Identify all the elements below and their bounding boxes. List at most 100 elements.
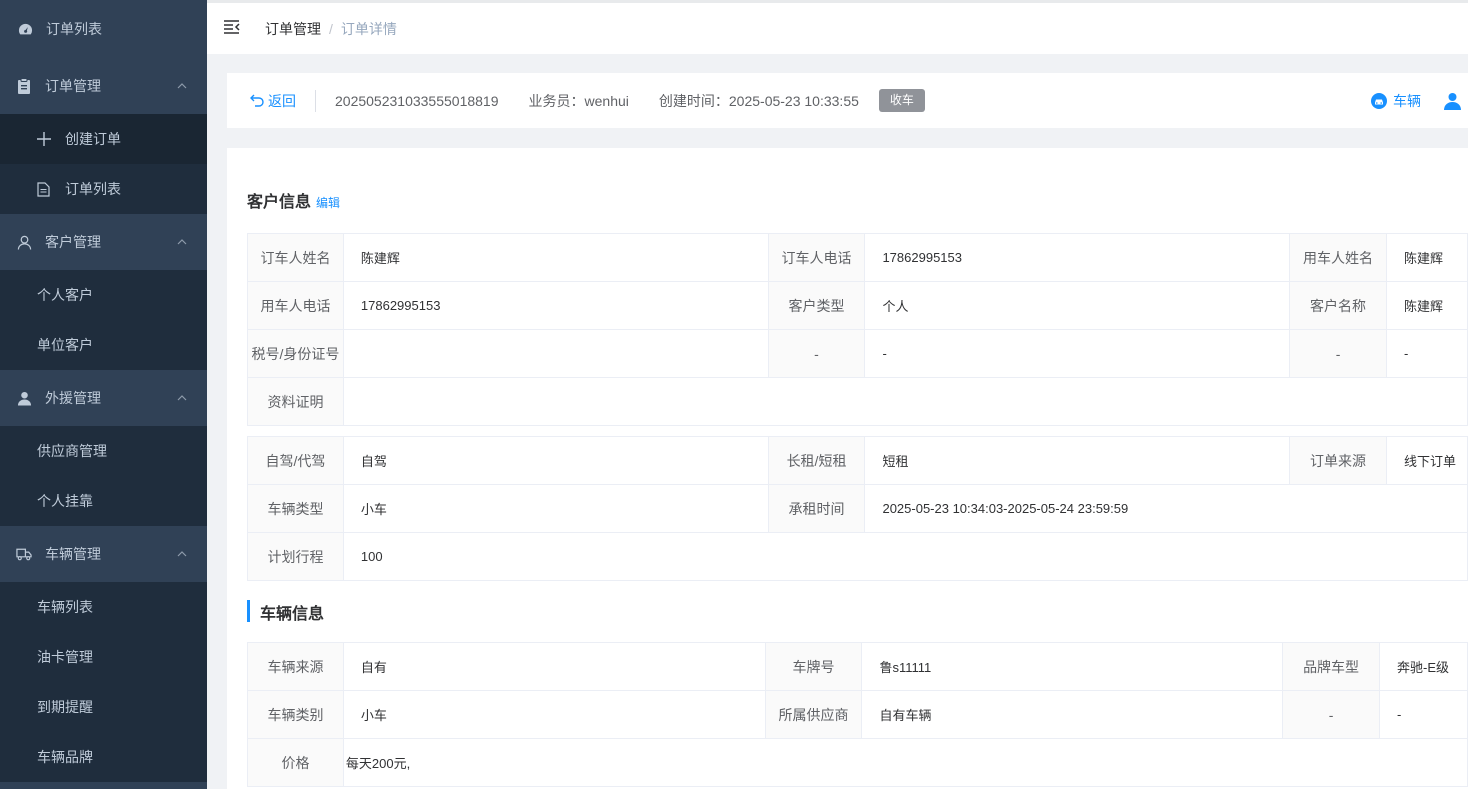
value-cell: 自有 (342, 642, 766, 691)
value-cell: - (1379, 690, 1468, 739)
chevron-up-icon (177, 239, 187, 245)
sidebar-item-create-order[interactable]: 创建订单 (0, 114, 207, 164)
sidebar-group-customer-management[interactable]: 客户管理 (0, 214, 207, 270)
table-row: 车辆类别 小车 所属供应商 自有车辆 - - (247, 690, 1468, 739)
label-cell: 车辆类别 (247, 690, 344, 739)
sidebar-item-company-customer[interactable]: 单位客户 (0, 320, 207, 370)
created-time: 创建时间：2025-05-23 10:33:55 (658, 92, 859, 109)
order-header-bar: 返回 202505231033555018819 业务员：wenhui 创建时间… (227, 73, 1468, 128)
sidebar-item-personal-customer[interactable]: 个人客户 (0, 270, 207, 320)
user-outline-icon (16, 234, 32, 250)
sidebar-item-label: 创建订单 (65, 131, 121, 147)
menu-fold-icon[interactable] (223, 19, 241, 38)
table-row: 车辆来源 自有 车牌号 鲁s11111 品牌车型 奔驰-E级 (247, 642, 1468, 691)
vehicle-link[interactable]: 车辆 (1371, 91, 1421, 111)
label-cell: - (767, 329, 866, 378)
salesman: 业务员：wenhui (528, 92, 629, 109)
value-cell: 线下订单 (1386, 436, 1468, 485)
order-detail-card: 客户信息 编辑 订车人姓名 陈建辉 订车人电话 17862995153 用车人姓名… (227, 148, 1468, 789)
sidebar-item-label: 订单列表 (46, 21, 102, 37)
sidebar-item-supplier-management[interactable]: 供应商管理 (0, 426, 207, 476)
table-row: 计划行程 100 (247, 532, 1468, 581)
table-row: 自驾/代驾 自驾 长租/短租 短租 订单来源 线下订单 (247, 436, 1468, 485)
status-badge: 收车 (878, 89, 925, 112)
sidebar-group-label: 车辆管理 (45, 546, 101, 562)
back-label: 返回 (268, 92, 296, 109)
value-cell: 陈建辉 (1386, 233, 1468, 282)
divider (315, 89, 316, 112)
value-cell: 自驾 (342, 436, 769, 485)
sidebar-item-expiry-reminder[interactable]: 到期提醒 (0, 682, 207, 732)
sidebar-item-label: 单位客户 (37, 337, 93, 353)
sidebar-item-order-list[interactable]: 订单列表 (0, 164, 207, 214)
value-cell (342, 329, 769, 378)
vehicle-link-label: 车辆 (1393, 92, 1421, 109)
vehicle-info-table: 车辆来源 自有 车牌号 鲁s11111 品牌车型 奔驰-E级 车辆类别 小车 所… (247, 642, 1468, 787)
header-actions: 车辆 (1349, 73, 1468, 128)
label-cell: 客户类型 (767, 281, 866, 330)
label-cell: 车辆类型 (247, 484, 344, 533)
plus-icon (37, 132, 51, 146)
sidebar-item-personal-affiliation[interactable]: 个人挂靠 (0, 476, 207, 526)
edit-customer-link[interactable]: 编辑 (316, 196, 340, 210)
section-accent-bar (247, 600, 250, 622)
back-button[interactable]: 返回 (250, 91, 296, 111)
breadcrumb-parent[interactable]: 订单管理 (265, 19, 321, 39)
value-cell: 短租 (864, 436, 1291, 485)
return-icon (250, 94, 264, 107)
table-row: 车辆类型 小车 承租时间 2025-05-23 10:34:03-2025-05… (247, 484, 1468, 533)
person-link[interactable] (1443, 92, 1468, 110)
label-cell: 资料证明 (247, 377, 344, 426)
sidebar-item-label: 个人客户 (37, 287, 93, 303)
sidebar-item-order-list-top[interactable]: 订单列表 (0, 0, 207, 58)
value-cell: 鲁s11111 (861, 642, 1284, 691)
breadcrumb-current: 订单详情 (340, 20, 397, 37)
sidebar-item-label: 订单列表 (65, 181, 121, 197)
label-cell: 用车人姓名 (1289, 233, 1387, 282)
value-cell: 奔驰-E级 (1379, 642, 1468, 691)
table-row: 价格 每天200元, (247, 738, 1468, 787)
label-cell: 价格 (247, 738, 344, 787)
sidebar-item-fuel-card[interactable]: 油卡管理 (0, 632, 207, 682)
sidebar-item-label: 到期提醒 (37, 699, 93, 715)
sidebar-group-external-management[interactable]: 外援管理 (0, 370, 207, 426)
car-icon (1371, 92, 1387, 109)
document-icon (37, 182, 51, 197)
value-cell: 陈建辉 (342, 233, 769, 282)
order-info-table: 自驾/代驾 自驾 长租/短租 短租 订单来源 线下订单 车辆类型 小车 承租时间… (247, 436, 1468, 581)
chevron-up-icon (177, 395, 187, 401)
top-navbar: 订单管理 / 订单详情 (207, 0, 1468, 54)
value-cell: 每天200元, (342, 738, 1468, 787)
value-cell: - (864, 329, 1291, 378)
value-cell (342, 377, 1468, 426)
label-cell: 车牌号 (764, 642, 863, 691)
label-cell: 车辆来源 (247, 642, 344, 691)
label-cell: 税号/身份证号 (247, 329, 344, 378)
sidebar-item-vehicle-list[interactable]: 车辆列表 (0, 582, 207, 632)
chevron-up-icon (177, 83, 187, 89)
truck-icon (16, 546, 32, 562)
sidebar-group-label: 订单管理 (45, 78, 101, 94)
customer-info-table: 订车人姓名 陈建辉 订车人电话 17862995153 用车人姓名 陈建辉 用车… (247, 233, 1468, 426)
sidebar-item-vehicle-brand[interactable]: 车辆品牌 (0, 732, 207, 782)
breadcrumb-separator: / (329, 20, 333, 37)
value-cell: 个人 (864, 281, 1291, 330)
table-row: 订车人姓名 陈建辉 订车人电话 17862995153 用车人姓名 陈建辉 (247, 233, 1468, 282)
label-cell: 品牌车型 (1282, 642, 1381, 691)
value-cell: 100 (342, 532, 1468, 581)
table-row: 资料证明 (247, 377, 1468, 426)
label-cell: 计划行程 (247, 532, 344, 581)
sidebar-group-order-management[interactable]: 订单管理 (0, 58, 207, 114)
chevron-up-icon (177, 551, 187, 557)
sidebar-group-vehicle-management[interactable]: 车辆管理 (0, 526, 207, 582)
value-cell: 2025-05-23 10:34:03-2025-05-24 23:59:59 (864, 484, 1468, 533)
order-number: 202505231033555018819 (335, 92, 499, 109)
clipboard-icon (16, 78, 32, 94)
vehicle-section-title: 车辆信息 (260, 606, 325, 623)
sidebar-item-label: 车辆列表 (37, 599, 93, 615)
value-cell: 17862995153 (864, 233, 1291, 282)
value-cell: 小车 (342, 690, 766, 739)
dashboard-icon (17, 21, 33, 37)
value-cell: 17862995153 (342, 281, 769, 330)
sidebar-group-label: 外援管理 (45, 390, 101, 406)
